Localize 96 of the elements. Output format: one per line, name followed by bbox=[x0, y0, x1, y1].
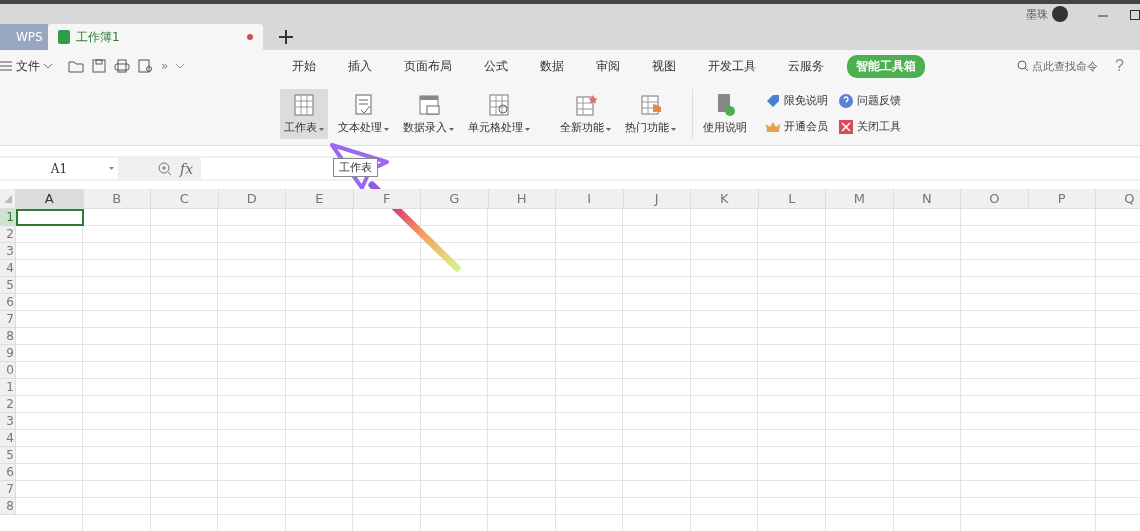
row-header[interactable]: 3 bbox=[0, 413, 16, 430]
row-header[interactable]: 7 bbox=[0, 481, 16, 498]
column-header[interactable]: E bbox=[286, 189, 354, 209]
folder-icon[interactable] bbox=[68, 59, 84, 73]
ribbon-tab[interactable]: 视图 bbox=[643, 54, 686, 78]
column-header[interactable]: Q bbox=[1096, 189, 1140, 209]
table-hand-icon bbox=[638, 92, 663, 117]
caret-icon bbox=[671, 127, 676, 131]
unsaved-dot-icon[interactable] bbox=[247, 34, 253, 40]
caret-icon bbox=[384, 127, 389, 131]
row-header[interactable]: 5 bbox=[0, 277, 16, 294]
cell-grid[interactable] bbox=[16, 209, 1140, 531]
row-header[interactable]: 3 bbox=[0, 243, 16, 260]
more-button[interactable]: » bbox=[161, 59, 169, 73]
row-header[interactable]: 8 bbox=[0, 328, 16, 345]
row-header[interactable]: 0 bbox=[0, 362, 16, 379]
row-header[interactable]: 5 bbox=[0, 447, 16, 464]
menu-icon[interactable] bbox=[0, 61, 12, 71]
ribbon-tab[interactable]: 公式 bbox=[475, 54, 518, 78]
ribbon-button[interactable]: 工作表 bbox=[280, 88, 328, 139]
close-icon bbox=[838, 118, 854, 135]
name-box[interactable]: A1 bbox=[0, 158, 118, 179]
caret-icon bbox=[606, 127, 611, 131]
column-header[interactable]: I bbox=[556, 189, 624, 209]
row-header[interactable]: 2 bbox=[0, 226, 16, 243]
tool-link[interactable]: 限免说明 bbox=[765, 92, 828, 109]
help-icon bbox=[838, 92, 854, 109]
save-icon[interactable] bbox=[92, 59, 106, 73]
column-header[interactable]: J bbox=[623, 189, 691, 209]
column-header[interactable]: F bbox=[353, 189, 421, 209]
maximize-icon[interactable] bbox=[1130, 10, 1140, 20]
ribbon-tab[interactable]: 插入 bbox=[339, 54, 382, 78]
column-header[interactable]: K bbox=[691, 189, 759, 209]
print-preview-icon[interactable] bbox=[138, 59, 153, 73]
user-name: 墨珠 bbox=[1026, 6, 1048, 22]
tool-link[interactable]: 开通会员 bbox=[765, 118, 828, 135]
column-header[interactable]: B bbox=[83, 189, 151, 209]
window-tab[interactable]: WPS bbox=[0, 24, 48, 50]
form-icon bbox=[416, 92, 441, 117]
column-header[interactable]: C bbox=[151, 189, 219, 209]
selected-cell[interactable] bbox=[16, 209, 84, 226]
help-button[interactable]: ? bbox=[1109, 56, 1130, 76]
ribbon-button[interactable]: 文本处理 bbox=[334, 88, 393, 139]
row-header[interactable]: 6 bbox=[0, 464, 16, 481]
ribbon-tab[interactable]: 审阅 bbox=[587, 54, 630, 78]
tool-link[interactable]: 关闭工具 bbox=[838, 118, 901, 135]
ribbon-tab[interactable]: 开始 bbox=[283, 54, 326, 78]
ribbon-button[interactable]: 单元格处理 bbox=[464, 88, 534, 139]
column-header[interactable]: O bbox=[961, 189, 1029, 209]
tool-link[interactable]: 问题反馈 bbox=[838, 92, 901, 109]
column-header[interactable]: M bbox=[826, 189, 894, 209]
chevron-down-icon[interactable] bbox=[44, 63, 52, 69]
ribbon-tab[interactable]: 数据 bbox=[531, 54, 574, 78]
function-button[interactable]: fx bbox=[180, 160, 194, 177]
command-search[interactable]: 点此查找命令 bbox=[1011, 57, 1104, 75]
column-header[interactable]: P bbox=[1028, 189, 1096, 209]
print-icon[interactable] bbox=[114, 59, 130, 73]
column-header[interactable]: G bbox=[421, 189, 489, 209]
column-header[interactable]: A bbox=[16, 189, 84, 209]
caret-icon bbox=[449, 127, 454, 131]
zoom-icon[interactable] bbox=[158, 161, 172, 176]
row-header[interactable]: 1 bbox=[0, 209, 16, 226]
ribbon-button[interactable]: 数据录入 bbox=[399, 88, 458, 139]
ribbon-tab[interactable]: 智能工具箱 bbox=[847, 54, 926, 78]
guide-button[interactable]: 使用说明 bbox=[699, 88, 751, 139]
column-header[interactable]: D bbox=[218, 189, 286, 209]
caret-icon bbox=[319, 127, 324, 131]
caret-icon bbox=[109, 167, 114, 170]
ribbon-tab[interactable]: 云服务 bbox=[779, 54, 834, 78]
row-header[interactable]: 9 bbox=[0, 345, 16, 362]
table-search-icon bbox=[487, 92, 511, 117]
avatar[interactable] bbox=[1052, 6, 1068, 22]
search-icon bbox=[1017, 60, 1029, 72]
row-header[interactable]: 4 bbox=[0, 260, 16, 277]
row-header[interactable]: 2 bbox=[0, 396, 16, 413]
formula-input[interactable] bbox=[201, 158, 1140, 179]
column-header[interactable]: H bbox=[488, 189, 556, 209]
row-header[interactable]: 7 bbox=[0, 311, 16, 328]
caret-icon bbox=[525, 127, 530, 131]
row-header[interactable]: 6 bbox=[0, 294, 16, 311]
window-tab[interactable]: 工作簿1 bbox=[48, 24, 263, 50]
row-header[interactable]: 4 bbox=[0, 430, 16, 447]
row-header[interactable]: 1 bbox=[0, 379, 16, 396]
column-header[interactable]: L bbox=[758, 189, 826, 209]
spreadsheet-icon bbox=[58, 30, 70, 44]
ribbon-button[interactable]: 热门功能 bbox=[621, 88, 680, 139]
file-menu[interactable]: 文件 bbox=[16, 57, 40, 75]
ribbon-tab[interactable]: 页面布局 bbox=[395, 54, 462, 78]
ribbon-tab[interactable]: 开发工具 bbox=[699, 54, 766, 78]
row-header[interactable]: 8 bbox=[0, 498, 16, 515]
table-icon bbox=[292, 92, 316, 117]
chevron-down-icon[interactable] bbox=[176, 63, 185, 69]
tag-icon bbox=[765, 92, 781, 109]
column-header[interactable]: N bbox=[893, 189, 961, 209]
tooltip: 工作表 bbox=[333, 158, 378, 177]
ribbon-button[interactable]: 全新功能 bbox=[556, 88, 615, 139]
